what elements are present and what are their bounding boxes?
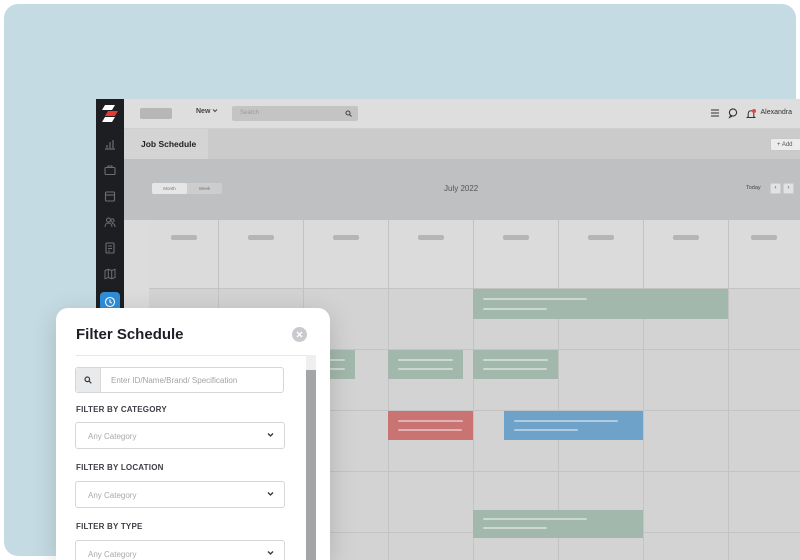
page-title: Job Schedule xyxy=(141,139,197,149)
scrollbar-thumb[interactable] xyxy=(306,370,316,560)
location-select[interactable]: Any Category xyxy=(75,481,285,508)
global-search-input[interactable]: Search xyxy=(232,106,358,121)
briefcase-icon[interactable] xyxy=(104,164,116,176)
weekday-label-placeholder xyxy=(751,235,777,240)
chevron-down-icon xyxy=(267,433,274,437)
calendar-toolbar: Month Week July 2022 Today ‹ › xyxy=(124,159,800,220)
event-title-placeholder xyxy=(398,358,453,361)
filter-divider xyxy=(76,355,306,356)
user-name[interactable]: Alexandra xyxy=(760,109,792,116)
calendar-event[interactable] xyxy=(473,510,643,538)
add-button[interactable]: + Add xyxy=(770,138,800,151)
grid-column-line xyxy=(643,220,644,560)
weekday-label-placeholder xyxy=(170,235,197,240)
calendar-event[interactable] xyxy=(473,289,728,319)
close-icon xyxy=(296,331,303,338)
filter-search-placeholder: Enter ID/Name/Brand/ Specification xyxy=(111,376,238,385)
menu-icon[interactable] xyxy=(710,107,720,119)
weekday-label-placeholder xyxy=(247,235,274,240)
users-icon[interactable] xyxy=(104,216,116,228)
page-title-tab: Job Schedule xyxy=(124,129,208,159)
event-subtitle-placeholder xyxy=(483,527,547,530)
grid-column-line xyxy=(473,220,474,560)
type-select-value: Any Category xyxy=(88,550,137,559)
event-subtitle-placeholder xyxy=(398,428,462,431)
event-subtitle-placeholder xyxy=(483,307,547,310)
weekday-header-row xyxy=(149,220,800,288)
notification-dot xyxy=(752,109,756,113)
weekday-label-placeholder xyxy=(587,235,614,240)
filter-search-input[interactable]: Enter ID/Name/Brand/ Specification xyxy=(75,367,284,393)
calendar-event[interactable] xyxy=(388,350,463,379)
event-title-placeholder xyxy=(483,358,548,361)
event-title-placeholder xyxy=(483,298,587,300)
next-month-button[interactable]: › xyxy=(783,183,794,194)
category-select-value: Any Category xyxy=(88,432,137,441)
logo-icon xyxy=(102,105,118,122)
chevron-down-icon xyxy=(213,109,218,113)
search-icon xyxy=(345,110,352,117)
new-menu-label: New xyxy=(196,108,211,115)
map-icon[interactable] xyxy=(104,268,116,280)
topbar: New Search Alexandra xyxy=(124,99,800,129)
content-header: Job Schedule + Add xyxy=(124,129,800,159)
event-title-placeholder xyxy=(329,358,345,361)
event-subtitle-placeholder xyxy=(514,428,578,431)
grid-column-line xyxy=(558,220,559,560)
contacts-icon[interactable] xyxy=(104,242,116,254)
event-subtitle-placeholder xyxy=(329,367,345,370)
chat-icon[interactable] xyxy=(728,107,738,119)
event-subtitle-placeholder xyxy=(398,367,453,370)
location-select-value: Any Category xyxy=(88,491,137,500)
month-label: July 2022 xyxy=(444,184,479,193)
type-select[interactable]: Any Category xyxy=(75,540,285,560)
grid-column-line xyxy=(388,220,389,560)
global-search-placeholder: Search xyxy=(240,110,260,116)
search-icon xyxy=(84,376,92,384)
filter-panel: Filter Schedule Enter ID/Name/Brand/ Spe… xyxy=(56,308,330,560)
filter-title: Filter Schedule xyxy=(76,326,184,343)
today-button[interactable]: Today xyxy=(746,185,761,191)
view-toggle: Month Week xyxy=(152,183,222,194)
type-label: FILTER BY TYPE xyxy=(76,522,143,531)
calendar-event[interactable] xyxy=(504,411,643,440)
weekday-label-placeholder xyxy=(502,235,529,240)
calendar-event[interactable] xyxy=(388,411,473,440)
brand-placeholder xyxy=(140,108,172,119)
chart-icon[interactable] xyxy=(104,138,116,150)
event-title-placeholder xyxy=(398,419,463,422)
clock-icon xyxy=(104,296,116,308)
chevron-down-icon xyxy=(267,551,274,555)
event-subtitle-placeholder xyxy=(483,367,547,370)
event-title-placeholder xyxy=(483,518,587,521)
prev-month-button[interactable]: ‹ xyxy=(770,183,781,194)
new-menu-button[interactable]: New xyxy=(196,108,218,115)
category-select[interactable]: Any Category xyxy=(75,422,285,449)
location-label: FILTER BY LOCATION xyxy=(76,463,164,472)
weekday-label-placeholder xyxy=(332,235,359,240)
event-title-placeholder xyxy=(514,419,618,422)
close-button[interactable] xyxy=(292,327,307,342)
chevron-down-icon xyxy=(267,492,274,496)
add-button-label: Add xyxy=(781,142,793,148)
calendar-event[interactable] xyxy=(473,350,558,379)
notifications-button[interactable] xyxy=(745,107,757,119)
tab-month[interactable]: Month xyxy=(152,183,187,194)
tab-week[interactable]: Week xyxy=(187,183,222,194)
weekday-label-placeholder xyxy=(672,235,699,240)
category-label: FILTER BY CATEGORY xyxy=(76,405,167,414)
topbar-icons xyxy=(710,107,757,119)
weekday-label-placeholder xyxy=(417,235,444,240)
calendar-icon[interactable] xyxy=(104,190,116,202)
grid-column-line xyxy=(728,220,729,560)
filter-search-icon-box xyxy=(76,368,101,392)
